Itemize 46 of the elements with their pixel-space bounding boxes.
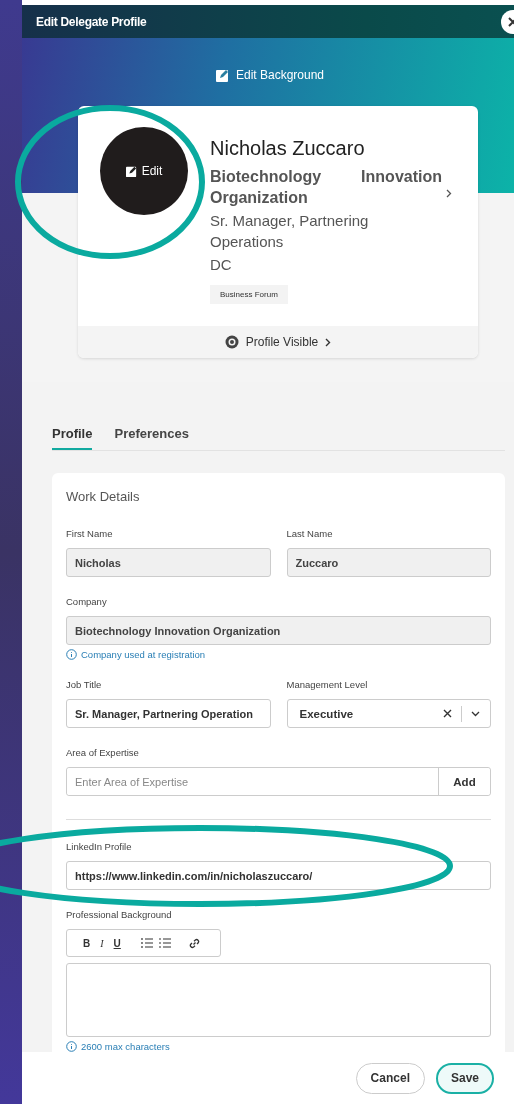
- format-button[interactable]: U: [111, 937, 123, 949]
- clear-icon[interactable]: [443, 709, 452, 718]
- profile-visible-label: Profile Visible: [245, 335, 319, 349]
- section-title: Work Details: [66, 489, 141, 504]
- tab[interactable]: Profile: [52, 418, 93, 450]
- numbered-list-icon[interactable]: [140, 938, 153, 948]
- hint-text: Company used at registration: [81, 649, 206, 660]
- field-label: Last Name: [286, 528, 333, 539]
- field-label: Professional Background: [66, 909, 172, 920]
- field-label: First Name: [66, 528, 113, 539]
- tag: Business Forum: [210, 285, 288, 304]
- field-label: Job Title: [66, 679, 102, 690]
- eye-icon: [224, 335, 239, 349]
- link-icon[interactable]: [188, 937, 200, 949]
- save-button[interactable]: Save: [435, 1062, 494, 1094]
- profile-visible-bar[interactable]: Profile Visible: [78, 326, 478, 358]
- location: DC: [210, 255, 233, 275]
- bullet-list-icon[interactable]: [158, 938, 171, 948]
- window-title: Edit Delegate Profile: [36, 14, 147, 29]
- tab[interactable]: Preferences: [114, 418, 189, 450]
- edit-avatar-button[interactable]: Edit: [125, 164, 163, 178]
- format-button[interactable]: I: [98, 937, 106, 949]
- chevron-icon: [446, 189, 453, 198]
- info-icon: [66, 649, 77, 660]
- input-field[interactable]: Sr. Manager, Partnering Operation: [66, 699, 271, 728]
- input-field[interactable]: https://www.linkedin.com/in/nicholaszuccaro/: [66, 861, 491, 890]
- profile-name: Nicholas Zuccaro: [210, 137, 366, 160]
- format-button[interactable]: B: [81, 937, 93, 949]
- chevron-down-icon[interactable]: [471, 710, 480, 717]
- edit-icon: [215, 68, 229, 82]
- edit-background-link[interactable]: Edit Background: [215, 68, 325, 82]
- close-icon[interactable]: [500, 9, 514, 34]
- info-icon: [66, 1041, 77, 1052]
- add-button[interactable]: Add: [438, 768, 490, 795]
- edit-icon: [125, 165, 137, 177]
- job-title: Sr. Manager, Partnering Operations: [210, 211, 370, 252]
- hint-text: 2600 max characters: [81, 1041, 170, 1052]
- field-label: Management Level: [286, 679, 368, 690]
- company-link[interactable]: Biotechnology Innovation Organization: [210, 166, 442, 208]
- select-field[interactable]: Executive: [286, 699, 491, 728]
- chevron-icon: [325, 337, 332, 347]
- field-label: Area of Expertise: [66, 747, 139, 758]
- cancel-button[interactable]: Cancel: [355, 1062, 425, 1094]
- input-field[interactable]: Enter Area of Expertise Add: [66, 767, 491, 796]
- field-label: LinkedIn Profile: [66, 841, 132, 852]
- field-label: Company: [66, 596, 107, 607]
